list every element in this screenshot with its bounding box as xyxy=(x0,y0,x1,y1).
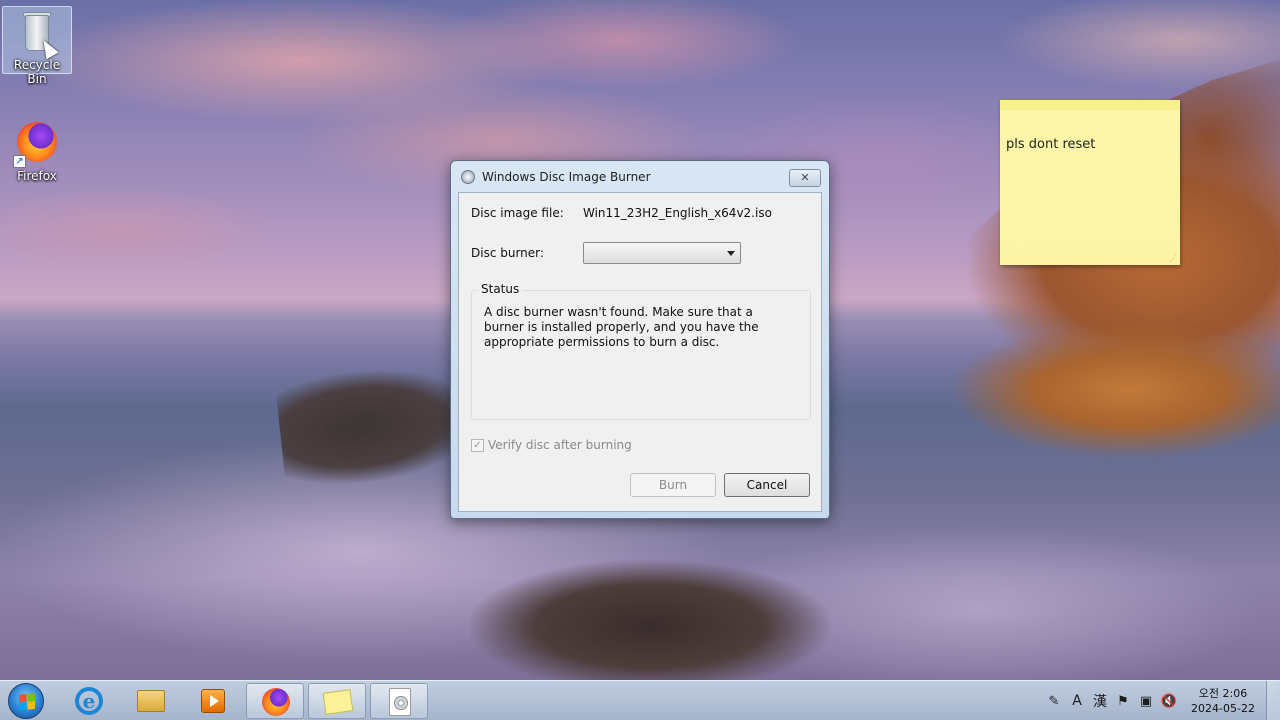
dialog-title: Windows Disc Image Burner xyxy=(482,170,651,184)
recycle-bin-icon xyxy=(13,9,61,60)
desktop-icon-label: Firefox xyxy=(17,169,57,183)
clock-date: 2024-05-22 xyxy=(1191,702,1255,715)
sticky-notes-icon xyxy=(322,689,354,715)
ime-mode-indicator[interactable]: A xyxy=(1066,693,1088,709)
shortcut-arrow-icon: ↗ xyxy=(13,155,26,168)
internet-explorer-icon: e xyxy=(75,687,103,715)
windows-logo-icon xyxy=(19,693,35,711)
burn-button: Burn xyxy=(630,473,716,497)
taskbar-item-sticky-notes[interactable] xyxy=(308,683,366,719)
disc-image-burner-icon xyxy=(389,688,411,716)
firefox-icon: ↗ xyxy=(13,120,61,168)
dialog-client-area: Disc image file: Win11_23H2_English_x64v… xyxy=(458,192,822,512)
disc-image-burner-dialog: Windows Disc Image Burner ✕ Disc image f… xyxy=(450,160,830,519)
disc-burner-app-icon xyxy=(461,170,475,184)
taskbar-clock[interactable]: 오전 2:06 2024-05-22 xyxy=(1184,686,1262,716)
show-desktop-button[interactable] xyxy=(1266,681,1280,720)
verify-disc-label: Verify disc after burning xyxy=(488,438,632,452)
taskbar-item-internet-explorer[interactable]: e xyxy=(60,683,118,719)
taskbar-item-firefox[interactable] xyxy=(246,683,304,719)
network-icon[interactable]: ▣ xyxy=(1135,694,1157,709)
dialog-titlebar[interactable]: Windows Disc Image Burner ✕ xyxy=(451,161,829,193)
volume-muted-icon[interactable]: 🔇 xyxy=(1158,694,1180,709)
sticky-note[interactable]: pls dont reset ⋰ xyxy=(1000,100,1180,265)
taskbar: e ✎ A 漢 ⚑ ▣ 🔇 오전 2:06 2024-05-22 xyxy=(0,680,1280,720)
desktop-icon-label: Recycle Bin xyxy=(13,58,61,86)
status-groupbox: Status A disc burner wasn't found. Make … xyxy=(471,282,811,420)
verify-disc-checkbox: ✓ xyxy=(471,438,484,452)
desktop-icon-firefox[interactable]: ↗ Firefox xyxy=(2,118,72,183)
disc-image-file-value: Win11_23H2_English_x64v2.iso xyxy=(583,206,772,220)
cancel-button[interactable]: Cancel xyxy=(724,473,810,497)
pen-input-icon[interactable]: ✎ xyxy=(1043,694,1065,709)
status-message: A disc burner wasn't found. Make sure th… xyxy=(484,305,759,349)
close-icon: ✕ xyxy=(800,171,810,184)
firefox-icon xyxy=(262,688,290,716)
resize-grip-icon[interactable]: ⋰ xyxy=(1169,254,1177,263)
desktop-icon-recycle-bin[interactable]: Recycle Bin xyxy=(2,6,72,86)
taskbar-item-disc-image-burner[interactable] xyxy=(370,683,428,719)
verify-disc-option: ✓ Verify disc after burning xyxy=(471,438,632,452)
disc-burner-dropdown[interactable] xyxy=(583,242,741,264)
action-center-flag-icon[interactable]: ⚑ xyxy=(1112,694,1134,709)
disc-image-file-label: Disc image file: xyxy=(471,206,564,220)
start-button[interactable] xyxy=(8,683,44,719)
chevron-down-icon xyxy=(727,251,735,256)
taskbar-item-media-player[interactable] xyxy=(184,683,242,719)
file-explorer-icon xyxy=(137,690,165,712)
taskbar-item-file-explorer[interactable] xyxy=(122,683,180,719)
sticky-note-text[interactable]: pls dont reset xyxy=(1006,137,1095,152)
media-player-icon xyxy=(201,689,225,713)
wallpaper-rock-bottom xyxy=(470,560,830,680)
clock-time: 오전 2:06 xyxy=(1198,687,1248,700)
ime-hanja-indicator[interactable]: 漢 xyxy=(1089,691,1111,711)
disc-burner-label: Disc burner: xyxy=(471,246,544,260)
system-tray: ✎ A 漢 ⚑ ▣ 🔇 오전 2:06 2024-05-22 xyxy=(1042,681,1280,720)
status-title: Status xyxy=(478,282,523,296)
close-button[interactable]: ✕ xyxy=(789,169,821,187)
